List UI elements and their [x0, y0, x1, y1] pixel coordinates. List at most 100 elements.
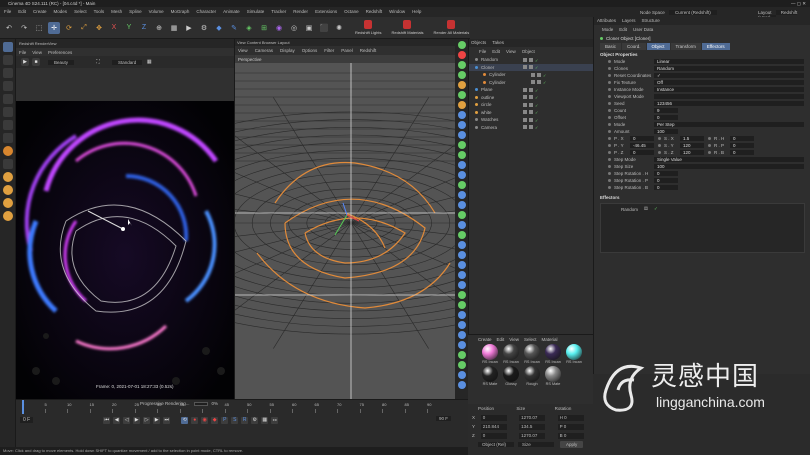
tool-icon[interactable] [457, 101, 466, 109]
start-frame[interactable]: 0 F [20, 417, 34, 423]
enabled-check-icon[interactable]: ✓ [535, 95, 539, 100]
property-anim-icon[interactable] [608, 60, 611, 63]
visibility-editor-icon[interactable] [523, 110, 527, 115]
tool-icon[interactable] [457, 331, 466, 339]
subtab-object[interactable]: Object [646, 42, 670, 50]
coord-size-value[interactable]: 134.5 [519, 423, 546, 430]
transform-value[interactable]: 0 [630, 135, 654, 142]
axis-x-icon[interactable]: X [108, 22, 120, 34]
attr-menu-mode[interactable]: Mode [602, 27, 613, 32]
property-value[interactable]: Instance [654, 86, 804, 93]
menu-character[interactable]: Character [196, 7, 216, 17]
enabled-check-icon[interactable]: ✓ [535, 58, 539, 63]
select-icon[interactable]: ⬚ [33, 22, 45, 34]
obj-tab-objects[interactable]: Objects [471, 39, 486, 47]
coord-size-value[interactable]: 1270.07 [519, 432, 546, 439]
transform-value[interactable]: 0 [730, 135, 754, 142]
enabled-check-icon[interactable]: ✓ [543, 80, 547, 85]
property-anim-icon[interactable] [608, 88, 611, 91]
tool-icon[interactable] [457, 171, 466, 179]
pos-key-icon[interactable]: P [221, 416, 229, 424]
viewport-menu-filter[interactable]: Filter [324, 46, 334, 55]
rotate-icon[interactable]: ⟳ [63, 22, 75, 34]
rv-menu-preferences[interactable]: Preferences [48, 50, 72, 55]
rs-render-start-icon[interactable]: ▶ [21, 58, 29, 66]
tool-icon[interactable] [457, 151, 466, 159]
visibility-render-icon[interactable] [529, 87, 533, 92]
transform-value[interactable]: 1.5 [680, 135, 704, 142]
enabled-check-icon[interactable]: ✓ [535, 118, 539, 123]
menu-window[interactable]: Window [389, 7, 405, 17]
timeline-playhead[interactable] [22, 400, 24, 414]
tool-icon[interactable] [457, 301, 466, 309]
object-name[interactable]: outline [481, 95, 521, 100]
tool-icon[interactable] [457, 341, 466, 349]
rs-s-icon[interactable] [3, 211, 13, 221]
property-anim-icon[interactable] [608, 81, 611, 84]
axis-z-icon[interactable]: Z [138, 22, 150, 34]
tool-icon[interactable] [457, 111, 466, 119]
enabled-check-icon[interactable]: ✓ [535, 110, 539, 115]
render-region-icon[interactable]: ▦ [168, 22, 180, 34]
tool-icon[interactable] [457, 281, 466, 289]
menu-mograph[interactable]: MoGraph [171, 7, 190, 17]
property-value[interactable]: Per Step [654, 121, 804, 128]
render-view-icon[interactable]: ▶ [183, 22, 195, 34]
redo-icon[interactable]: ↷ [18, 22, 30, 34]
property-anim-icon[interactable] [708, 151, 711, 154]
property-anim-icon[interactable] [608, 137, 611, 140]
visibility-render-icon[interactable] [537, 80, 541, 85]
visibility-render-icon[interactable] [529, 117, 533, 122]
property-value[interactable] [654, 93, 804, 100]
subdivision-icon[interactable]: ◈ [243, 22, 255, 34]
rv-menu-view[interactable]: View [32, 50, 42, 55]
step-value[interactable]: 100 [654, 163, 804, 170]
menu-render[interactable]: Render [293, 7, 308, 17]
node-space[interactable]: Node Space Current (Redshift) [640, 10, 717, 15]
property-anim-icon[interactable] [608, 109, 611, 112]
visibility-render-icon[interactable] [529, 102, 533, 107]
effectors-list[interactable]: Random ⚄ ✓ [600, 203, 805, 253]
menu-volume[interactable]: Volume [149, 7, 164, 17]
transform-value[interactable]: 120 [680, 142, 704, 149]
undo-icon[interactable]: ↶ [3, 22, 15, 34]
viewport-menu-options[interactable]: Options [302, 46, 318, 55]
viewport-3d[interactable] [235, 63, 467, 411]
visibility-render-icon[interactable] [529, 125, 533, 130]
visibility-editor-icon[interactable] [523, 95, 527, 100]
menu-tracker[interactable]: Tracker [271, 7, 286, 17]
coord-rot-value[interactable]: H 0 [557, 414, 584, 421]
object-row[interactable]: Random ✓ [469, 56, 593, 64]
enabled-check-icon[interactable]: ✓ [535, 103, 539, 108]
visibility-editor-icon[interactable] [523, 87, 527, 92]
transform-icon[interactable]: ✥ [93, 22, 105, 34]
tool-icon[interactable] [457, 81, 466, 89]
material-swatch[interactable]: RS Mate [481, 366, 499, 386]
object-name[interactable]: Watches [481, 117, 521, 122]
attr-tab-layers[interactable]: Layers [622, 17, 636, 25]
property-value[interactable]: 123456 [654, 100, 804, 107]
tool-icon[interactable] [457, 191, 466, 199]
motion-icon[interactable]: ⚏ [271, 416, 279, 424]
attr-tab-attributes[interactable]: Attributes [597, 17, 616, 25]
polygons-mode-icon[interactable] [3, 94, 13, 104]
tool-icon[interactable] [457, 241, 466, 249]
object-name[interactable]: circle [481, 102, 521, 107]
obj-menu-object[interactable]: Object [522, 49, 535, 54]
grid-icon[interactable]: ▦ [145, 58, 153, 66]
aov-select[interactable]: Beauty [48, 59, 75, 65]
subtab-coord[interactable]: Coord. [622, 42, 646, 50]
obj-menu-file[interactable]: File [479, 49, 486, 54]
mat-menu-view[interactable]: View [509, 335, 519, 344]
effector-enabled-icon[interactable]: ✓ [654, 206, 658, 212]
axis-y-icon[interactable]: Y [123, 22, 135, 34]
material-swatch[interactable]: RS Incan [544, 344, 562, 364]
tool-icon[interactable] [457, 221, 466, 229]
property-value[interactable]: ✓ [654, 72, 804, 79]
mat-menu-select[interactable]: Select [524, 335, 537, 344]
attr-tab-structure[interactable]: Structure [642, 17, 660, 25]
visibility-editor-icon[interactable] [523, 125, 527, 130]
obj-tab-takes[interactable]: Takes [492, 39, 504, 47]
camera-icon[interactable]: ⬛ [318, 22, 330, 34]
transform-value[interactable]: 0 [730, 149, 754, 156]
